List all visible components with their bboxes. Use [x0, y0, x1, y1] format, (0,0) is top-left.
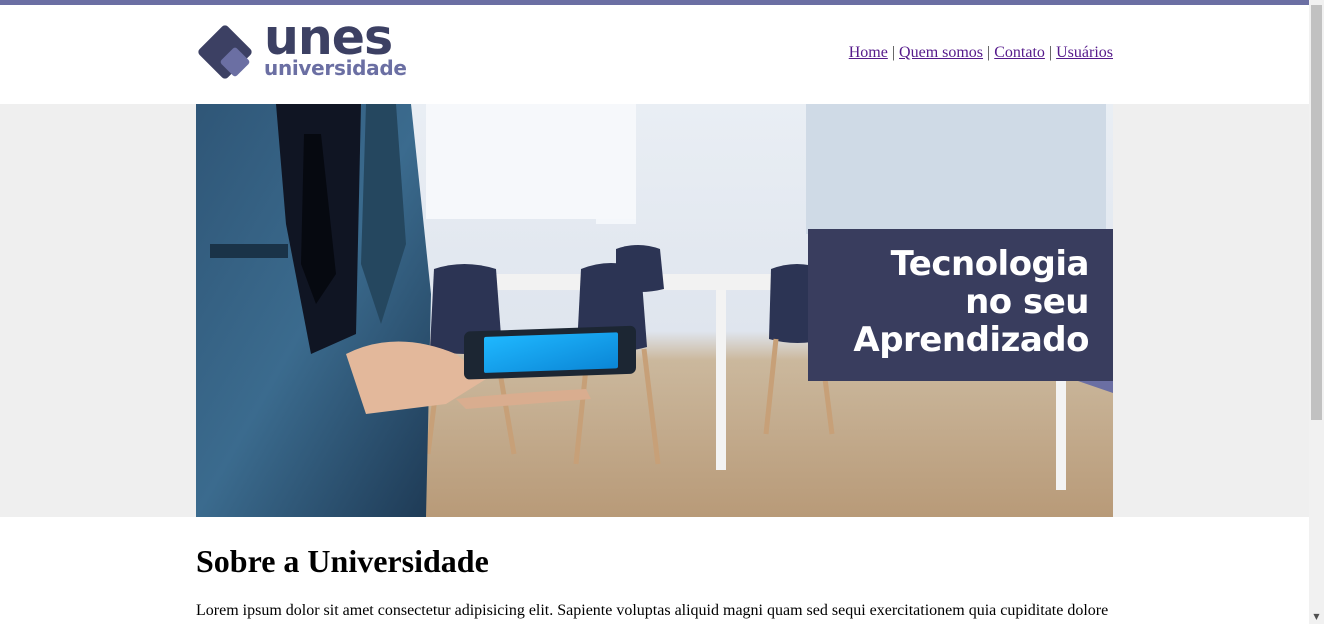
scroll-thumb[interactable] — [1311, 5, 1322, 420]
logo-diamond-icon — [198, 25, 252, 79]
nav-link-contato[interactable]: Contato — [994, 44, 1045, 61]
page: unes universidade Home | Quem somos | Contat… — [0, 0, 1309, 624]
banner-caption-text: Tecnologia no seu Aprendizado — [853, 245, 1089, 359]
nav-link-home[interactable]: Home — [849, 44, 888, 61]
site-header: unes universidade Home | Quem somos | Contat… — [196, 5, 1113, 104]
main-nav: Home | Quem somos | Contato | Usuários — [849, 44, 1113, 62]
banner-caption-accent — [808, 381, 1113, 393]
logo-wordmark: unes — [264, 9, 393, 66]
banner-caption: Tecnologia no seu Aprendizado — [808, 229, 1113, 381]
scroll-down-arrow-icon[interactable]: ▼ — [1309, 609, 1324, 624]
logo-subtitle: universidade — [264, 56, 407, 80]
section-paragraph: Lorem ipsum dolor sit amet consectetur a… — [196, 602, 1109, 619]
nav-separator: | — [987, 44, 991, 61]
nav-separator: | — [1048, 44, 1053, 61]
banner-band: Tecnologia no seu Aprendizado — [0, 104, 1309, 517]
section-heading: Sobre a Universidade — [196, 543, 489, 579]
page-scrollbar[interactable]: ▲ ▼ — [1309, 0, 1324, 624]
banner-caption-line: no seu — [965, 282, 1089, 322]
hero-banner: Tecnologia no seu Aprendizado — [196, 104, 1113, 517]
banner-caption-line: Tecnologia — [890, 244, 1090, 284]
logo[interactable]: unes universidade — [196, 13, 416, 81]
nav-link-usuarios[interactable]: Usuários — [1056, 44, 1113, 61]
nav-link-quem-somos[interactable]: Quem somos — [899, 44, 983, 61]
nav-separator: | — [891, 44, 896, 61]
banner-caption-line: Aprendizado — [853, 320, 1089, 360]
